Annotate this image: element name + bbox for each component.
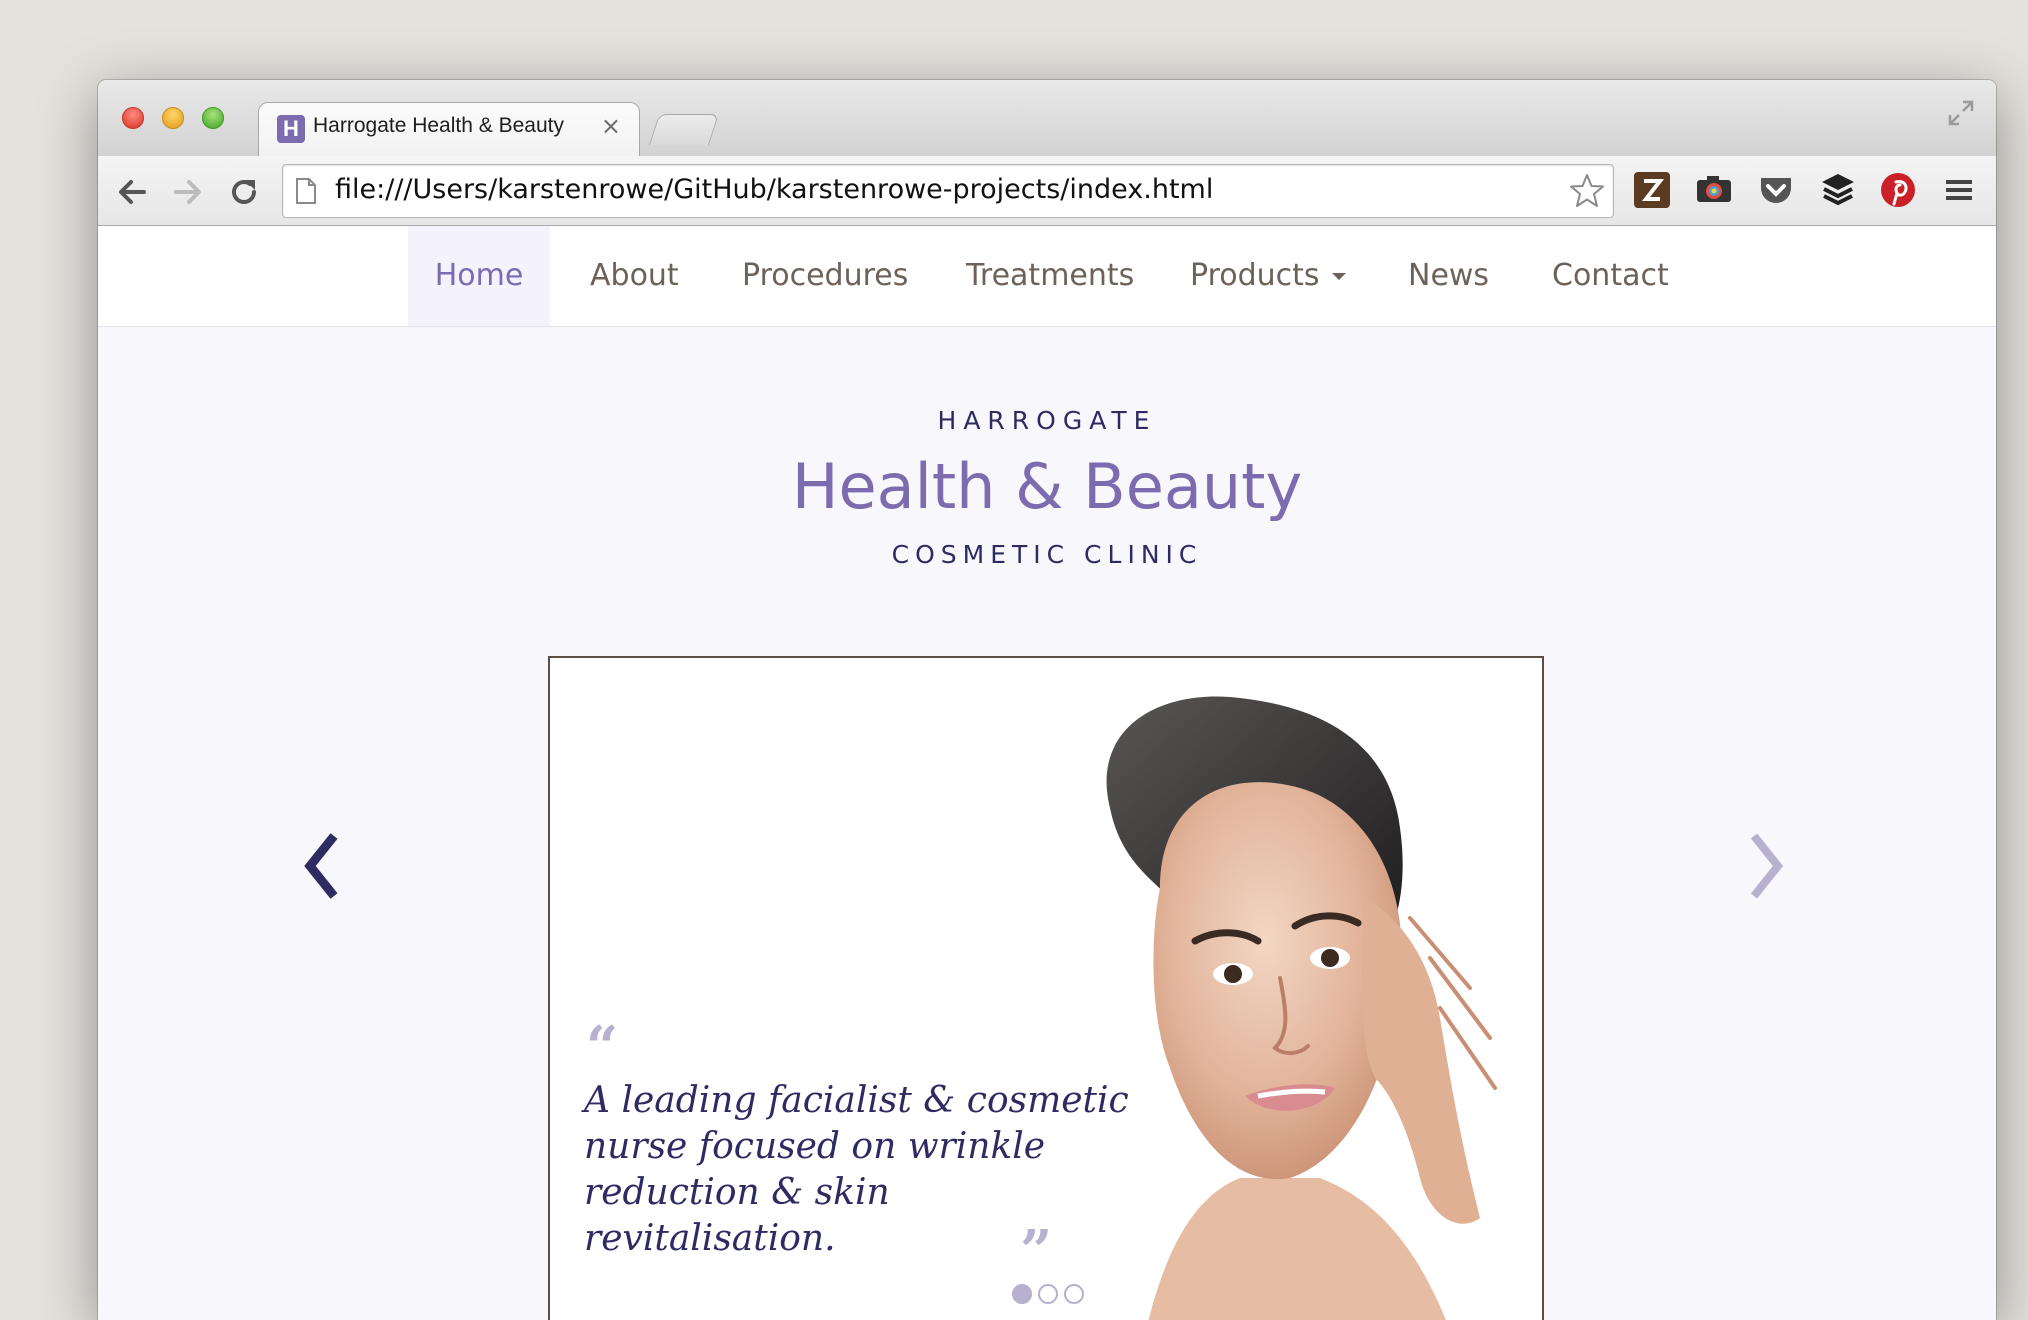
nav-item-contact[interactable]: Contact xyxy=(1552,226,1669,326)
nav-item-products[interactable]: Products xyxy=(1190,226,1346,326)
carousel-quote: A leading facialist & cosmetic nurse foc… xyxy=(584,1080,1129,1259)
camera-icon[interactable] xyxy=(1694,170,1734,210)
carousel-indicator[interactable] xyxy=(1038,1284,1058,1304)
forward-arrow-icon[interactable] xyxy=(170,174,206,210)
browser-tab[interactable]: H Harrogate Health & Beauty × xyxy=(258,102,640,157)
pinterest-icon[interactable] xyxy=(1878,170,1918,210)
browser-window: H Harrogate Health & Beauty × file:///Us… xyxy=(98,80,1996,1320)
quote-open-mark: “ xyxy=(586,1014,619,1080)
star-icon[interactable] xyxy=(1567,171,1607,211)
tab-title: Harrogate Health & Beauty xyxy=(313,114,564,137)
page-icon xyxy=(296,178,316,204)
close-tab-icon[interactable]: × xyxy=(601,112,621,140)
browser-toolbar: file:///Users/karstenrowe/GitHub/karsten… xyxy=(98,156,1996,226)
pocket-icon[interactable] xyxy=(1756,170,1796,210)
brand-title: Health & Beauty xyxy=(791,450,1303,523)
zotero-icon[interactable] xyxy=(1632,170,1672,210)
carousel-prev-icon[interactable] xyxy=(298,826,348,906)
nav-item-news[interactable]: News xyxy=(1408,226,1489,326)
nav-item-procedures[interactable]: Procedures xyxy=(742,226,908,326)
minimize-window-button[interactable] xyxy=(162,107,184,129)
nav-item-treatments[interactable]: Treatments xyxy=(966,226,1134,326)
url-text: file:///Users/karstenrowe/GitHub/karsten… xyxy=(335,174,1214,205)
carousel-slide: “ A leading facialist & cosmetic nurse f… xyxy=(548,656,1544,1320)
carousel-next-icon[interactable] xyxy=(1740,826,1790,906)
favicon-icon: H xyxy=(277,115,305,143)
chevron-down-icon xyxy=(1331,273,1346,280)
brand-location: HARROGATE xyxy=(937,406,1157,435)
new-tab-button[interactable] xyxy=(648,114,720,145)
carousel-indicators xyxy=(1012,1284,1090,1308)
site-navbar: Home About Procedures Treatments Product… xyxy=(98,226,1996,327)
zoom-window-button[interactable] xyxy=(202,107,224,129)
quote-close-mark: ” xyxy=(1020,1218,1053,1284)
nav-item-home[interactable]: Home xyxy=(408,226,550,326)
buffer-icon[interactable] xyxy=(1818,170,1858,210)
nav-item-about[interactable]: About xyxy=(590,226,679,326)
nav-item-products-label: Products xyxy=(1190,258,1320,293)
brand-subtitle: COSMETIC CLINIC xyxy=(891,540,1203,569)
back-arrow-icon[interactable] xyxy=(114,174,150,210)
carousel-indicator[interactable] xyxy=(1064,1284,1084,1304)
tab-strip: H Harrogate Health & Beauty × xyxy=(98,80,1996,157)
fullscreen-icon[interactable] xyxy=(1946,98,1976,128)
carousel-indicator[interactable] xyxy=(1012,1284,1032,1304)
address-bar[interactable]: file:///Users/karstenrowe/GitHub/karsten… xyxy=(282,164,1614,218)
reload-icon[interactable] xyxy=(226,174,262,210)
hamburger-menu-icon[interactable] xyxy=(1938,170,1978,210)
close-window-button[interactable] xyxy=(122,107,144,129)
web-page: Home About Procedures Treatments Product… xyxy=(98,226,1996,1320)
